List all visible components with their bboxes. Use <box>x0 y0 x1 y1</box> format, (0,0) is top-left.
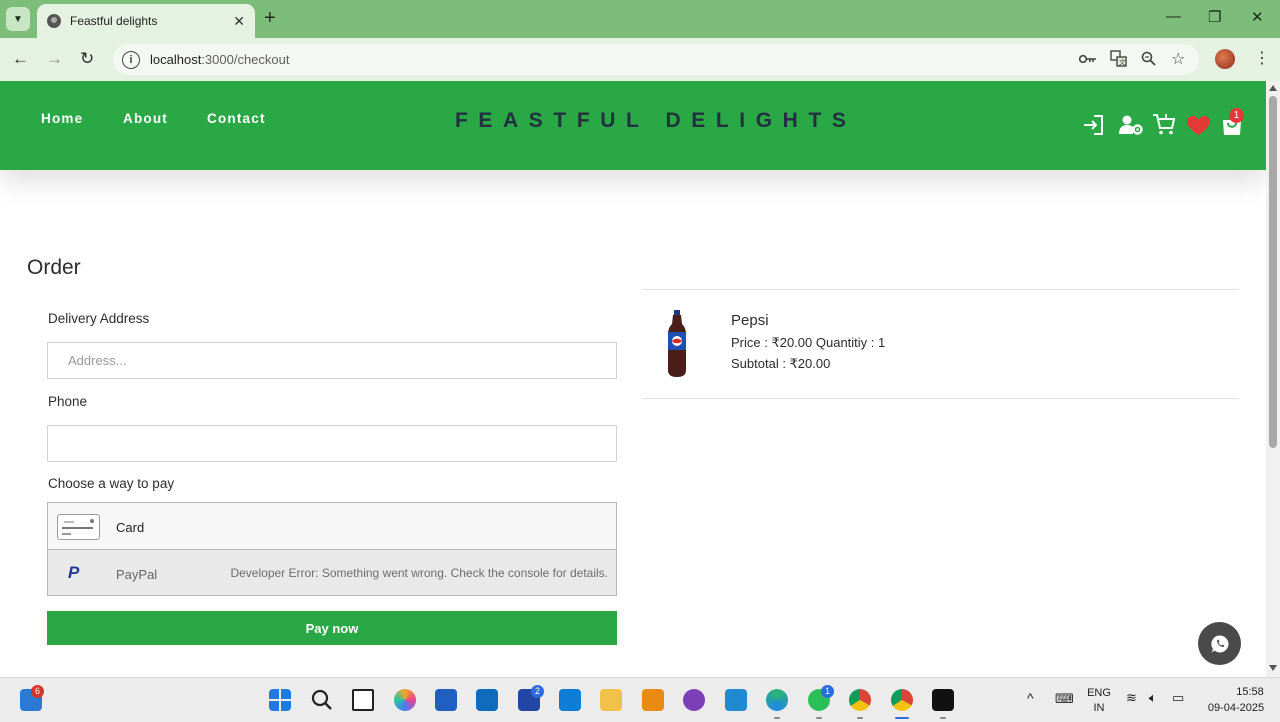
tab-title: Feastful delights <box>70 14 158 28</box>
user-settings-icon[interactable] <box>1119 115 1143 135</box>
phone-label: Phone <box>48 394 88 409</box>
address-bar[interactable]: i localhost:3000/checkout <box>113 44 1199 75</box>
profile-avatar[interactable] <box>1215 49 1235 69</box>
browser-tabstrip: ▼ Feastful delights ✕ + — ❐ ✕ <box>0 0 1280 38</box>
nav-home-link[interactable]: Home <box>41 111 83 126</box>
payment-method-label: Choose a way to pay <box>48 476 175 491</box>
cart-count-badge: 1 <box>1229 108 1244 123</box>
close-window-button[interactable]: ✕ <box>1251 8 1264 26</box>
restore-button[interactable]: ❐ <box>1208 8 1221 26</box>
login-icon[interactable] <box>1082 114 1104 136</box>
whatsapp-badge: 1 <box>821 685 834 698</box>
start-icon[interactable] <box>269 689 291 711</box>
page-viewport: Home About Contact FEASTFUL DELIGHTS 1 O… <box>0 81 1266 677</box>
pepsi-bottle-image <box>668 310 686 377</box>
bookmark-star-icon[interactable]: ☆ <box>1171 49 1185 69</box>
back-icon[interactable]: ← <box>12 48 29 70</box>
order-heading: Order <box>27 256 81 279</box>
dark-app-running-indicator <box>940 717 946 719</box>
language-indicator-top[interactable]: ENG <box>1085 687 1113 699</box>
browser-tab-active[interactable]: Feastful delights ✕ <box>37 4 255 38</box>
paypal-option-label: PayPal <box>116 567 158 582</box>
keyboard-icon[interactable]: ⌨ <box>1055 691 1074 707</box>
outlook-icon[interactable] <box>476 689 498 711</box>
chrome-active-indicator <box>895 717 909 719</box>
store-icon[interactable] <box>435 689 457 711</box>
phone-input[interactable] <box>47 425 617 462</box>
app-icon-blue[interactable] <box>559 689 581 711</box>
copilot-icon[interactable] <box>394 689 416 711</box>
widgets-badge: 6 <box>31 685 44 698</box>
scrollbar-thumb[interactable] <box>1269 96 1277 448</box>
wifi-icon[interactable]: ≋ <box>1126 690 1137 706</box>
tab-search-button[interactable]: ▼ <box>6 7 30 31</box>
address-input[interactable] <box>47 342 617 379</box>
page-scrollbar[interactable] <box>1266 81 1280 677</box>
edge-icon[interactable] <box>766 689 788 711</box>
file-explorer-icon[interactable] <box>600 689 622 711</box>
summary-divider-bottom <box>642 398 1239 399</box>
github-desktop-icon[interactable] <box>683 689 705 711</box>
site-header: Home About Contact FEASTFUL DELIGHTS 1 <box>0 81 1266 170</box>
heart-icon[interactable] <box>1186 115 1211 136</box>
app-icon-dark[interactable] <box>932 689 954 711</box>
order-item-price: Price : ₹20.00 Quantitiy : 1 <box>731 335 886 350</box>
paypal-icon: P <box>68 563 80 582</box>
payment-options: Card P PayPal Developer Error: Something… <box>47 502 617 596</box>
browser-toolbar: ← → ↻ i localhost:3000/checkout 文 ☆ ⋮ <box>0 38 1280 81</box>
paypal-payment-option[interactable]: P PayPal Developer Error: Something went… <box>48 550 616 595</box>
whatsapp-chat-button[interactable] <box>1198 622 1241 665</box>
minimize-button[interactable]: — <box>1166 8 1181 25</box>
svg-text:文: 文 <box>1119 58 1126 67</box>
chrome-running-indicator <box>857 717 863 719</box>
site-info-icon[interactable]: i <box>122 50 140 69</box>
whatsapp-running-indicator <box>816 717 822 719</box>
summary-divider-top <box>642 289 1239 290</box>
order-item-subtotal: Subtotal : ₹20.00 <box>731 356 831 371</box>
globe-icon <box>47 14 61 28</box>
clock-date[interactable]: 09-04-2025 <box>1200 702 1272 714</box>
task-view-icon[interactable] <box>352 689 374 711</box>
nav-about-link[interactable]: About <box>123 111 168 126</box>
sublime-text-icon[interactable] <box>642 689 664 711</box>
new-tab-button[interactable]: + <box>264 8 276 28</box>
password-key-icon[interactable] <box>1079 53 1097 65</box>
chrome-active-icon[interactable] <box>891 689 913 711</box>
address-label: Delivery Address <box>48 311 150 326</box>
credit-card-icon <box>57 514 100 540</box>
url-text: localhost:3000/checkout <box>150 52 290 67</box>
reload-icon[interactable]: ↻ <box>80 48 94 70</box>
brand-title: FEASTFUL DELIGHTS <box>455 109 857 132</box>
l-app-badge: 2 <box>531 685 544 698</box>
volume-icon[interactable]: 🔈︎ <box>1149 690 1157 706</box>
cart-icon[interactable] <box>1152 112 1176 136</box>
paypal-error-message: Developer Error: Something went wrong. C… <box>230 566 608 580</box>
search-icon[interactable] <box>311 689 333 711</box>
whatsapp-icon <box>1210 634 1228 652</box>
chevron-down-icon: ▼ <box>13 13 23 25</box>
clock-time[interactable]: 15:58 <box>1228 686 1272 698</box>
scroll-up-icon[interactable] <box>1269 85 1277 91</box>
order-item-name: Pepsi <box>731 312 769 329</box>
forward-icon[interactable]: → <box>46 48 63 70</box>
url-host: localhost <box>150 52 202 67</box>
browser-menu-icon[interactable]: ⋮ <box>1254 48 1270 68</box>
card-option-label: Card <box>116 520 145 535</box>
translate-icon[interactable]: 文 <box>1110 50 1127 67</box>
chrome-icon[interactable] <box>849 689 871 711</box>
zoom-icon[interactable] <box>1141 51 1156 66</box>
edge-running-indicator <box>774 717 780 719</box>
vscode-icon[interactable] <box>725 689 747 711</box>
card-payment-option[interactable]: Card <box>48 503 616 550</box>
tray-overflow-icon[interactable]: ^ <box>1027 690 1034 706</box>
url-path: :3000/checkout <box>201 52 290 67</box>
scroll-down-icon[interactable] <box>1269 665 1277 671</box>
battery-icon[interactable]: ▭ <box>1172 690 1184 706</box>
language-indicator-bottom[interactable]: IN <box>1085 702 1113 714</box>
nav-contact-link[interactable]: Contact <box>207 111 266 126</box>
pay-now-button[interactable]: Pay now <box>47 611 617 645</box>
taskbar: 6 2 1 ^ ⌨ ENG IN ≋ 🔈︎ ▭ 15:58 09-04-2025 <box>0 677 1280 722</box>
tab-close-icon[interactable]: ✕ <box>233 13 245 30</box>
